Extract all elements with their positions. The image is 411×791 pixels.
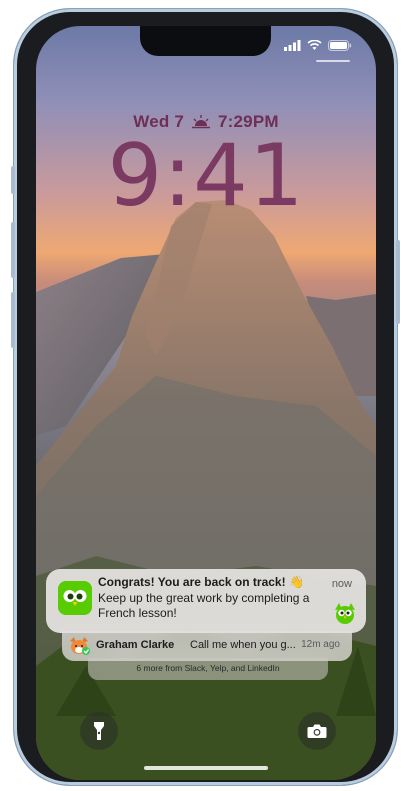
notification-body: Keep up the great work by completing a F… — [98, 591, 310, 620]
notification-duolingo[interactable]: Congrats! You are back on track! 👋 Keep … — [46, 569, 366, 633]
side-button — [396, 240, 400, 324]
flashlight-icon — [94, 722, 104, 740]
wallpaper-half-dome — [36, 200, 376, 780]
message-preview: Call me when you g... — [190, 639, 296, 651]
home-indicator[interactable] — [144, 766, 268, 770]
more-notifications-label: 6 more from Slack, Yelp, and LinkedIn — [136, 663, 280, 673]
status-bar — [284, 40, 352, 51]
silent-switch — [11, 166, 15, 194]
signal-icon — [284, 40, 301, 51]
volume-up-button — [11, 222, 15, 278]
message-time: 12m ago — [301, 639, 340, 650]
flashlight-button[interactable] — [80, 712, 118, 750]
notification-title: Congrats! You are back on track! 👋 — [98, 575, 304, 589]
duolingo-mascot-icon — [335, 603, 355, 624]
more-notifications[interactable]: 6 more from Slack, Yelp, and LinkedIn — [88, 658, 328, 680]
status-underline — [316, 60, 350, 62]
camera-button[interactable] — [298, 712, 336, 750]
notch — [140, 26, 271, 56]
volume-down-button — [11, 292, 15, 348]
message-sender: Graham Clarke — [96, 639, 175, 651]
wifi-icon — [307, 40, 322, 50]
camera-icon — [307, 724, 327, 738]
duolingo-owl-icon — [58, 581, 92, 615]
battery-icon — [328, 40, 352, 51]
lock-screen[interactable]: Wed 7 7:29PM 9:41 6 more from Slack, Yel… — [36, 26, 376, 780]
lock-time: 9:41 — [107, 126, 305, 226]
notification-time: now — [331, 578, 352, 590]
notification-message[interactable]: Graham Clarke Call me when you g... 12m … — [62, 631, 352, 661]
fox-avatar-icon — [70, 637, 90, 655]
